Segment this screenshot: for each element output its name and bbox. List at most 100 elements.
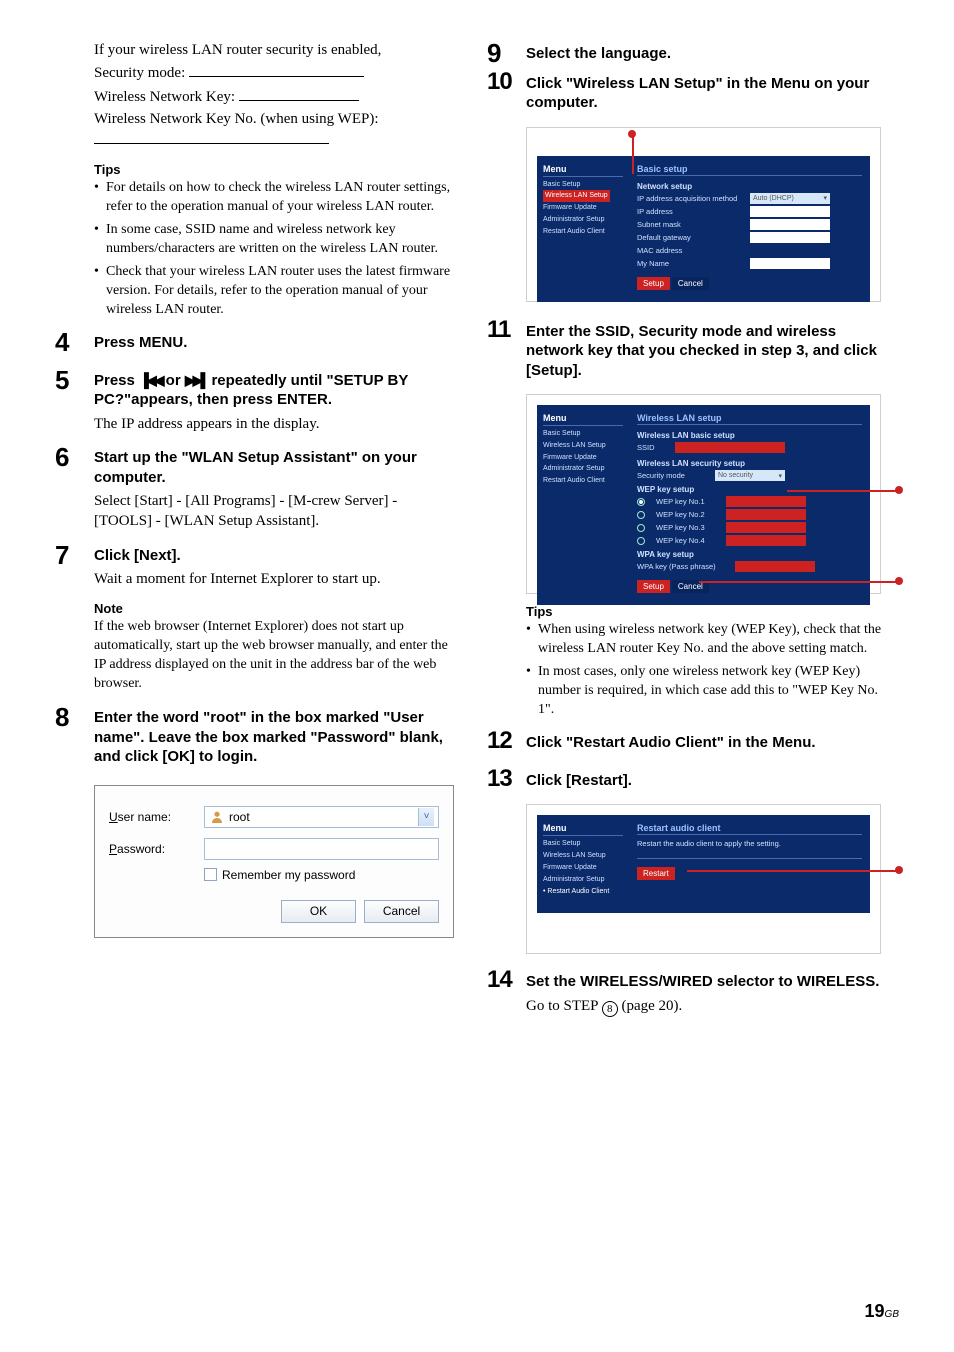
- menu-item[interactable]: Wireless LAN Setup: [543, 850, 623, 862]
- restart-screenshot: Menu Basic Setup Wireless LAN Setup Firm…: [526, 804, 881, 954]
- restart-button[interactable]: Restart: [637, 867, 675, 880]
- pane-header: Basic setup: [637, 164, 862, 176]
- step-desc: Go to STEP 8 (page 20).: [526, 996, 887, 1017]
- ssid-field[interactable]: [675, 442, 785, 453]
- menu-item[interactable]: Restart Audio Client: [543, 475, 623, 487]
- subnet-field[interactable]: [750, 219, 830, 230]
- menu-item[interactable]: Firmware Update: [543, 202, 623, 214]
- wep-radio[interactable]: [637, 498, 645, 506]
- section-header: Wireless LAN basic setup: [637, 431, 862, 440]
- callout-line: [699, 581, 899, 583]
- step-number: 7: [55, 542, 94, 568]
- menu-item[interactable]: • Restart Audio Client: [543, 886, 623, 898]
- step-desc: Wait a moment for Internet Explorer to s…: [94, 569, 455, 589]
- step-11: 11 Enter the SSID, Security mode and wir…: [487, 318, 887, 385]
- username-field[interactable]: root ˅: [204, 806, 439, 828]
- menu-item[interactable]: Basic Setup: [543, 179, 623, 191]
- menu-item[interactable]: Administrator Setup: [543, 463, 623, 475]
- menu-header: Menu: [543, 164, 623, 177]
- menu-item[interactable]: Basic Setup: [543, 428, 623, 440]
- tips-list: For details on how to check the wireless…: [94, 179, 455, 319]
- wep-key-field[interactable]: [726, 522, 806, 533]
- setup-button[interactable]: Setup: [637, 277, 670, 290]
- security-select[interactable]: No security▾: [715, 470, 785, 481]
- menu-item[interactable]: Wireless LAN Setup: [543, 440, 623, 452]
- step-title: Enter the SSID, Security mode and wirele…: [526, 322, 887, 381]
- menu-item[interactable]: Restart Audio Client: [543, 226, 623, 238]
- step-title: Select the language.: [526, 44, 887, 64]
- step-desc-part: (page 20).: [618, 998, 683, 1014]
- step-title: Click [Restart].: [526, 771, 887, 791]
- callout-dot: [895, 866, 903, 874]
- step-number: 4: [55, 329, 94, 355]
- field-label: Subnet mask: [637, 220, 742, 229]
- blank-line: [189, 62, 364, 77]
- step-title-part: Press: [94, 372, 139, 389]
- field-label: IP address: [637, 207, 742, 216]
- restart-desc: Restart the audio client to apply the se…: [637, 839, 862, 848]
- setup-button[interactable]: Setup: [637, 580, 670, 593]
- wep-key-field[interactable]: [726, 496, 806, 507]
- security-mode-blank: Security mode:: [94, 62, 455, 83]
- gateway-field[interactable]: [750, 232, 830, 243]
- tips-heading: Tips: [526, 604, 887, 619]
- remember-checkbox[interactable]: [204, 868, 217, 881]
- wep-radio[interactable]: [637, 537, 645, 545]
- blank-line: [94, 129, 329, 144]
- next-track-icon: ▶▶▌: [185, 372, 207, 388]
- step-title: Enter the word "root" in the box marked …: [94, 708, 455, 767]
- blank-line: [239, 86, 359, 101]
- pane-header: Restart audio client: [637, 823, 862, 835]
- cancel-button[interactable]: Cancel: [672, 277, 709, 290]
- callout-line: [787, 490, 899, 492]
- menu-item[interactable]: Firmware Update: [543, 862, 623, 874]
- menu-item[interactable]: Administrator Setup: [543, 214, 623, 226]
- step-number: 6: [55, 444, 94, 470]
- menu-item[interactable]: Administrator Setup: [543, 874, 623, 886]
- network-key-no-label: Wireless Network Key No. (when using WEP…: [94, 111, 378, 127]
- wep-radio[interactable]: [637, 511, 645, 519]
- cancel-button[interactable]: Cancel: [364, 900, 439, 923]
- callout-dot: [628, 130, 636, 138]
- section-header: Wireless LAN security setup: [637, 459, 862, 468]
- step-title-part: or: [162, 372, 185, 389]
- tips-list: When using wireless network key (WEP Key…: [526, 621, 887, 719]
- callout-line: [687, 870, 899, 872]
- note-heading: Note: [94, 601, 455, 616]
- step-5: 5 Press ▐◀◀ or ▶▶▌ repeatedly until "SET…: [55, 367, 455, 434]
- myname-field[interactable]: [750, 258, 830, 269]
- security-mode-label: Security mode:: [94, 65, 185, 81]
- step-10: 10 Click "Wireless LAN Setup" in the Men…: [487, 70, 887, 117]
- step-title: Click "Wireless LAN Setup" in the Menu o…: [526, 74, 887, 113]
- password-field[interactable]: [204, 838, 439, 860]
- wep-key-field[interactable]: [726, 535, 806, 546]
- menu-item[interactable]: Firmware Update: [543, 452, 623, 464]
- wep-key-field[interactable]: [726, 509, 806, 520]
- tip-item: When using wireless network key (WEP Key…: [526, 621, 887, 659]
- tip-item: Check that your wireless LAN router uses…: [94, 263, 455, 320]
- ip-address-field[interactable]: [750, 206, 830, 217]
- user-icon: [209, 809, 225, 825]
- field-label: WEP key No.1: [656, 497, 718, 506]
- menu-item[interactable]: Basic Setup: [543, 838, 623, 850]
- step-desc: Select [Start] - [All Programs] - [M-cre…: [94, 491, 455, 532]
- network-key-blank: Wireless Network Key:: [94, 86, 455, 107]
- field-label: MAC address: [637, 246, 742, 255]
- dropdown-icon[interactable]: ˅: [418, 808, 434, 826]
- step-title: Press MENU.: [94, 333, 455, 353]
- step-number: 14: [487, 968, 526, 992]
- ip-method-select[interactable]: Auto (DHCP)▾: [750, 193, 830, 204]
- wep-radio[interactable]: [637, 524, 645, 532]
- step-13: 13 Click [Restart].: [487, 767, 887, 795]
- step-number: 12: [487, 729, 526, 753]
- ok-button[interactable]: OK: [281, 900, 356, 923]
- step-number: 8: [55, 704, 94, 730]
- menu-item-active[interactable]: Wireless LAN Setup: [543, 190, 610, 202]
- wpa-key-field[interactable]: [735, 561, 815, 572]
- callout-dot: [895, 486, 903, 494]
- circled-number-icon: 8: [602, 1001, 618, 1017]
- step-number: 10: [487, 70, 526, 94]
- tips-heading: Tips: [94, 162, 455, 177]
- login-dialog: User name: root ˅ Password: Remembe: [94, 785, 454, 938]
- field-label: WEP key No.4: [656, 536, 718, 545]
